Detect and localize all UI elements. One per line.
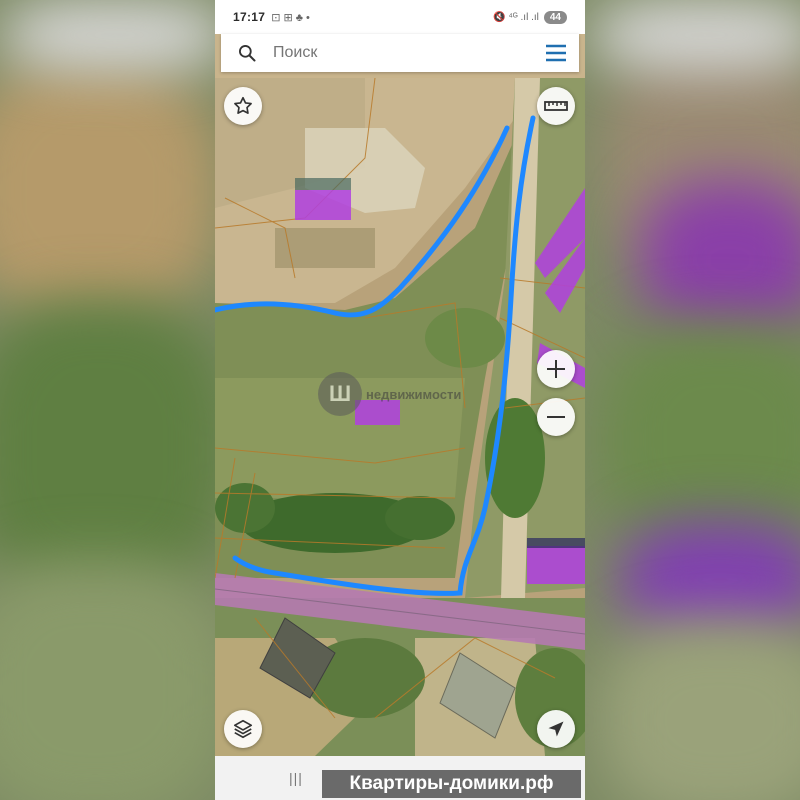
recent-apps-button[interactable]: ||| [289, 770, 303, 786]
battery-badge: 44 [543, 10, 567, 24]
zoom-in-button[interactable] [537, 350, 575, 388]
hamburger-menu-icon[interactable] [545, 44, 567, 62]
search-icon[interactable] [237, 43, 257, 63]
signal-icons: 🔇 ⁴ᴳ .ıl .ıl [493, 11, 539, 23]
status-time: 17:17 [233, 10, 266, 24]
search-input[interactable] [271, 43, 545, 63]
notification-icons: ⊡ ⊞ ♣ • [271, 11, 310, 24]
plus-icon [547, 360, 565, 378]
search-bar [221, 34, 579, 72]
watermark-logo: Ш [318, 372, 362, 416]
zoom-out-button[interactable] [537, 398, 575, 436]
status-bar: 17:17 ⊡ ⊞ ♣ • 🔇 ⁴ᴳ .ıl .ıl 44 [215, 0, 585, 34]
layers-button[interactable] [224, 710, 262, 748]
my-location-button[interactable] [537, 710, 575, 748]
phone-screen: 17:17 ⊡ ⊞ ♣ • 🔇 ⁴ᴳ .ıl .ıl 44 Ш недвижим… [215, 0, 585, 800]
favorite-button[interactable] [224, 87, 262, 125]
watermark-text: недвижимости [366, 386, 462, 402]
layers-icon [233, 719, 253, 739]
ruler-icon [544, 101, 568, 111]
star-icon [234, 96, 252, 114]
site-banner: Квартиры-домики.рф [322, 770, 581, 798]
map-watermark: Ш недвижимости [318, 372, 461, 416]
ruler-button[interactable] [537, 87, 575, 125]
status-right: 🔇 ⁴ᴳ .ıl .ıl 44 [493, 10, 567, 24]
map-canvas[interactable] [215, 78, 585, 756]
navigation-arrow-icon [548, 721, 564, 737]
satellite-map[interactable]: Ш недвижимости [215, 78, 585, 756]
minus-icon [547, 416, 565, 418]
